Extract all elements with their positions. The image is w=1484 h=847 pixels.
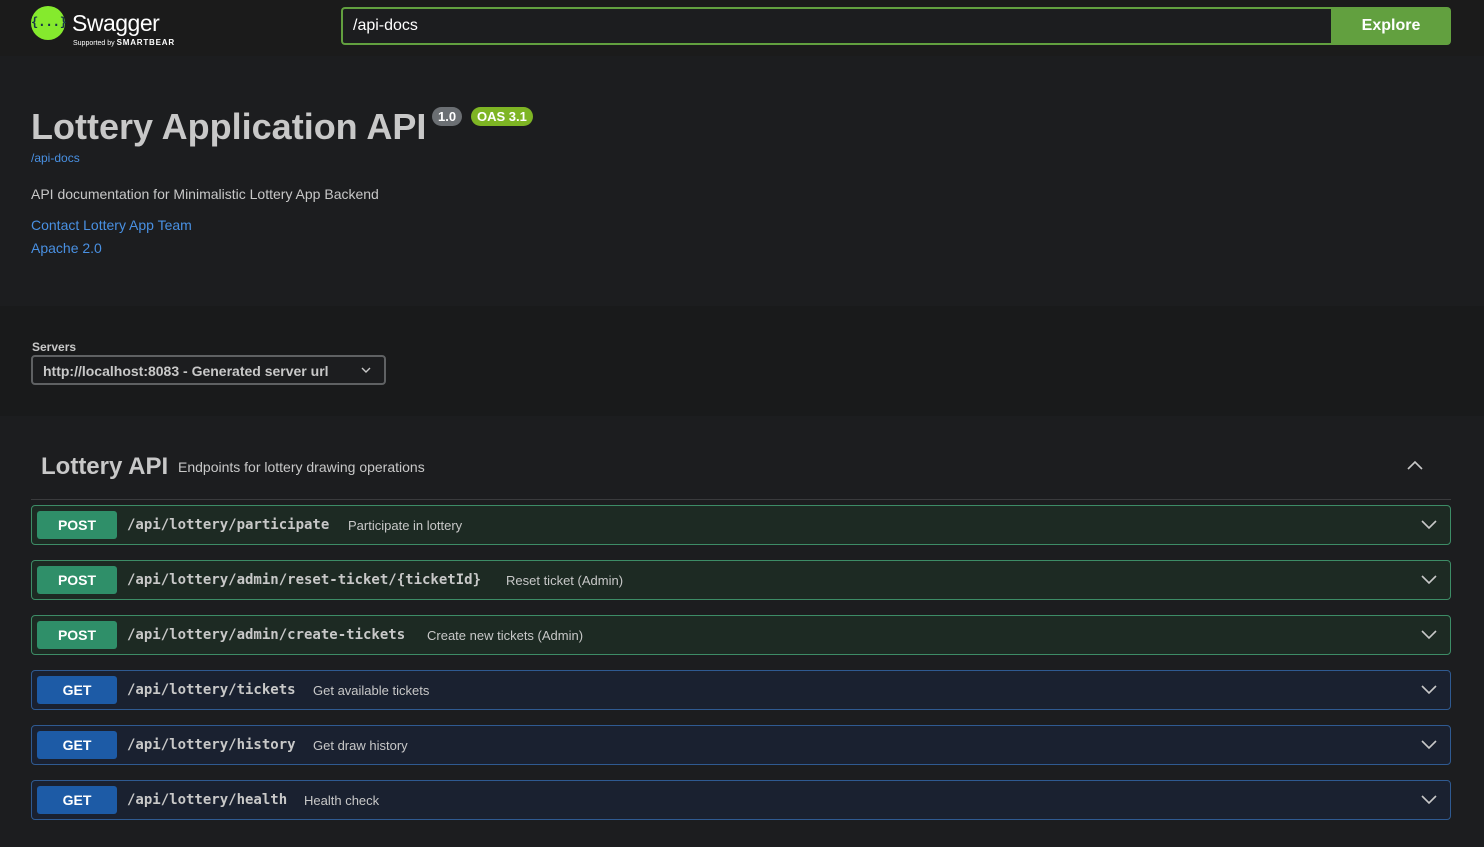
- method-badge: POST: [37, 621, 117, 649]
- url-input[interactable]: [341, 7, 1331, 45]
- logo-sub-prefix: Supported by: [73, 40, 115, 47]
- servers-select[interactable]: http://localhost:8083 - Generated server…: [31, 355, 386, 385]
- operation-summary: Health check: [304, 793, 380, 808]
- chevron-down-icon[interactable]: [1420, 793, 1438, 805]
- method-badge: GET: [37, 676, 117, 704]
- method-badge: GET: [37, 786, 117, 814]
- api-description: API documentation for Minimalistic Lotte…: [31, 186, 379, 202]
- explore-button[interactable]: Explore: [1331, 7, 1451, 45]
- tag-description: Endpoints for lottery drawing operations: [178, 459, 425, 475]
- chevron-down-icon[interactable]: [1420, 573, 1438, 585]
- chevron-down-icon[interactable]: [1420, 683, 1438, 695]
- chevron-down-icon[interactable]: [1420, 628, 1438, 640]
- operation-create-tickets[interactable]: POST /api/lottery/admin/create-tickets C…: [31, 615, 1451, 655]
- chevron-down-icon: [361, 367, 371, 373]
- method-badge: POST: [37, 511, 117, 539]
- operation-reset-ticket[interactable]: POST /api/lottery/admin/reset-ticket/{ti…: [31, 560, 1451, 600]
- operation-get-history[interactable]: GET /api/lottery/history Get draw histor…: [31, 725, 1451, 765]
- tag-header[interactable]: Lottery API Endpoints for lottery drawin…: [31, 440, 1451, 500]
- operation-path: /api/lottery/tickets: [127, 682, 296, 698]
- oas-badge: OAS 3.1: [471, 107, 533, 126]
- api-docs-link[interactable]: /api-docs: [31, 151, 80, 165]
- contact-link[interactable]: Contact Lottery App Team: [31, 217, 192, 233]
- operation-path: /api/lottery/health: [127, 792, 288, 808]
- logo-subtitle: Supported by SMARTBEAR: [73, 38, 175, 47]
- version-badge: 1.0: [432, 107, 463, 126]
- operation-summary: Get available tickets: [313, 683, 430, 698]
- operation-summary: Create new tickets (Admin): [427, 628, 584, 643]
- operation-get-tickets[interactable]: GET /api/lottery/tickets Get available t…: [31, 670, 1451, 710]
- tag-name: Lottery API: [41, 453, 169, 480]
- method-badge: POST: [37, 566, 117, 594]
- servers-label: Servers: [32, 340, 77, 354]
- top-bar: {...} Swagger Supported by SMARTBEAR Exp…: [0, 0, 1484, 56]
- operation-path: /api/lottery/participate: [127, 517, 330, 533]
- info-section: [0, 56, 1484, 306]
- operation-path: /api/lottery/admin/create-tickets: [127, 627, 406, 643]
- swagger-logo-icon: {...}: [31, 6, 67, 40]
- license-link[interactable]: Apache 2.0: [31, 240, 102, 256]
- chevron-down-icon[interactable]: [1420, 518, 1438, 530]
- swagger-logo[interactable]: {...} Swagger Supported by SMARTBEAR: [31, 6, 181, 48]
- operation-path: /api/lottery/history: [127, 737, 296, 753]
- chevron-down-icon[interactable]: [1420, 738, 1438, 750]
- operation-participate[interactable]: POST /api/lottery/participate Participat…: [31, 505, 1451, 545]
- operation-health-check[interactable]: GET /api/lottery/health Health check: [31, 780, 1451, 820]
- operation-summary: Participate in lottery: [348, 518, 463, 533]
- operation-summary: Reset ticket (Admin): [506, 573, 624, 588]
- logo-name: Swagger: [72, 10, 160, 36]
- servers-selected-value: http://localhost:8083 - Generated server…: [43, 363, 329, 379]
- operation-path: /api/lottery/admin/reset-ticket/{ticketI…: [127, 572, 482, 588]
- page-title: Lottery Application API: [31, 106, 427, 147]
- logo-sub-brand: SMARTBEAR: [116, 38, 175, 47]
- operation-summary: Get draw history: [313, 738, 408, 753]
- method-badge: GET: [37, 731, 117, 759]
- chevron-up-icon[interactable]: [1405, 458, 1425, 472]
